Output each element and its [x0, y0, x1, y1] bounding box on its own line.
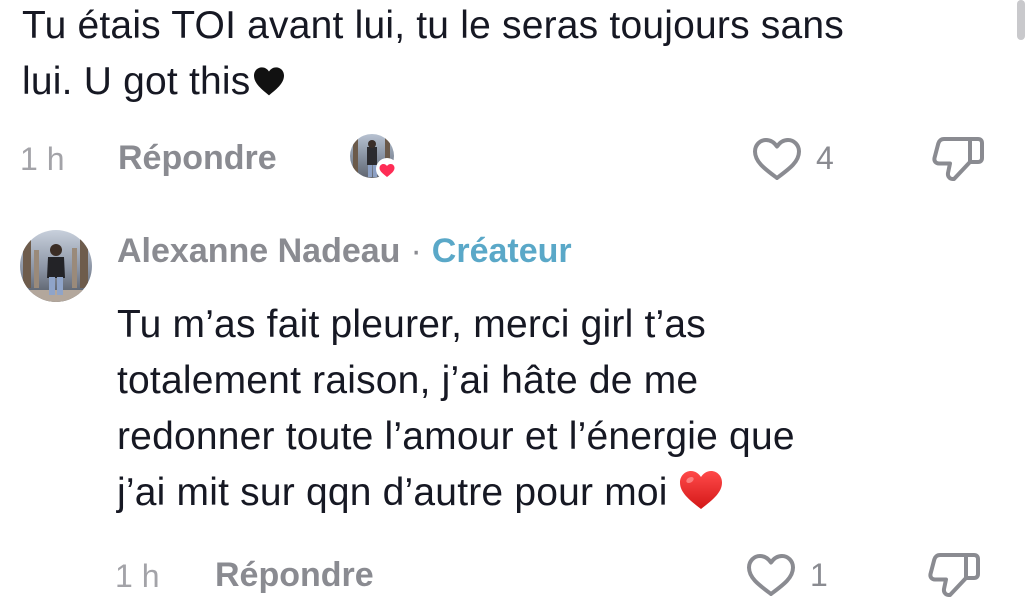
separator-dot: · [410, 232, 422, 270]
comment-2-line-4-text: j’ai mit sur qqn d’autre pour moi [117, 471, 668, 514]
comment-2-time: 1 h [115, 558, 160, 594]
comment-2-dislike-button[interactable] [926, 550, 982, 605]
avatar[interactable] [20, 230, 92, 302]
comment-2-like-count: 1 [810, 557, 828, 593]
comment-1-text: Tu étais TOI avant lui, tu le seras touj… [22, 0, 1002, 112]
comment-1-line-2-text: lui. U got this [22, 60, 251, 103]
thumbs-down-icon [928, 553, 980, 597]
thumbs-down-icon [932, 137, 984, 181]
comment-2-reply-button[interactable]: Répondre [215, 556, 374, 595]
comment-2-line-3: redonner toute l’amour et l’énergie que [117, 415, 795, 458]
comment-2-like-button[interactable] [746, 553, 796, 602]
comment-1-like-button[interactable] [752, 137, 802, 186]
comment-2-line-2: totalement raison, j’ai hâte de me [117, 359, 699, 402]
red-heart-emoji [678, 469, 724, 527]
comment-2-line-1: Tu m’as fait pleurer, merci girl t’as [117, 303, 706, 346]
comment-2-line-4: j’ai mit sur qqn d’autre pour moi [117, 465, 977, 527]
comment-1-reply-button[interactable]: Répondre [118, 139, 277, 178]
creator-liked-avatar [349, 133, 399, 181]
comment-1-like-count: 4 [816, 140, 834, 176]
heart-outline-icon [753, 138, 801, 180]
creator-badge: Créateur [431, 232, 572, 270]
comment-1-dislike-button[interactable] [930, 134, 986, 189]
heart-outline-icon [747, 554, 795, 596]
comment-1-line-1: Tu étais TOI avant lui, tu le seras touj… [22, 4, 844, 47]
black-heart-icon [252, 56, 286, 112]
comment-2-header: Alexanne Nadeau · Créateur [117, 232, 572, 271]
comment-1-line-2: lui. U got this [22, 54, 1002, 112]
comment-2-text: Tu m’as fait pleurer, merci girl t’as to… [117, 297, 977, 527]
scrollbar[interactable] [1017, 0, 1025, 40]
comment-author-name[interactable]: Alexanne Nadeau [117, 232, 400, 270]
comment-1-time: 1 h [20, 141, 65, 177]
